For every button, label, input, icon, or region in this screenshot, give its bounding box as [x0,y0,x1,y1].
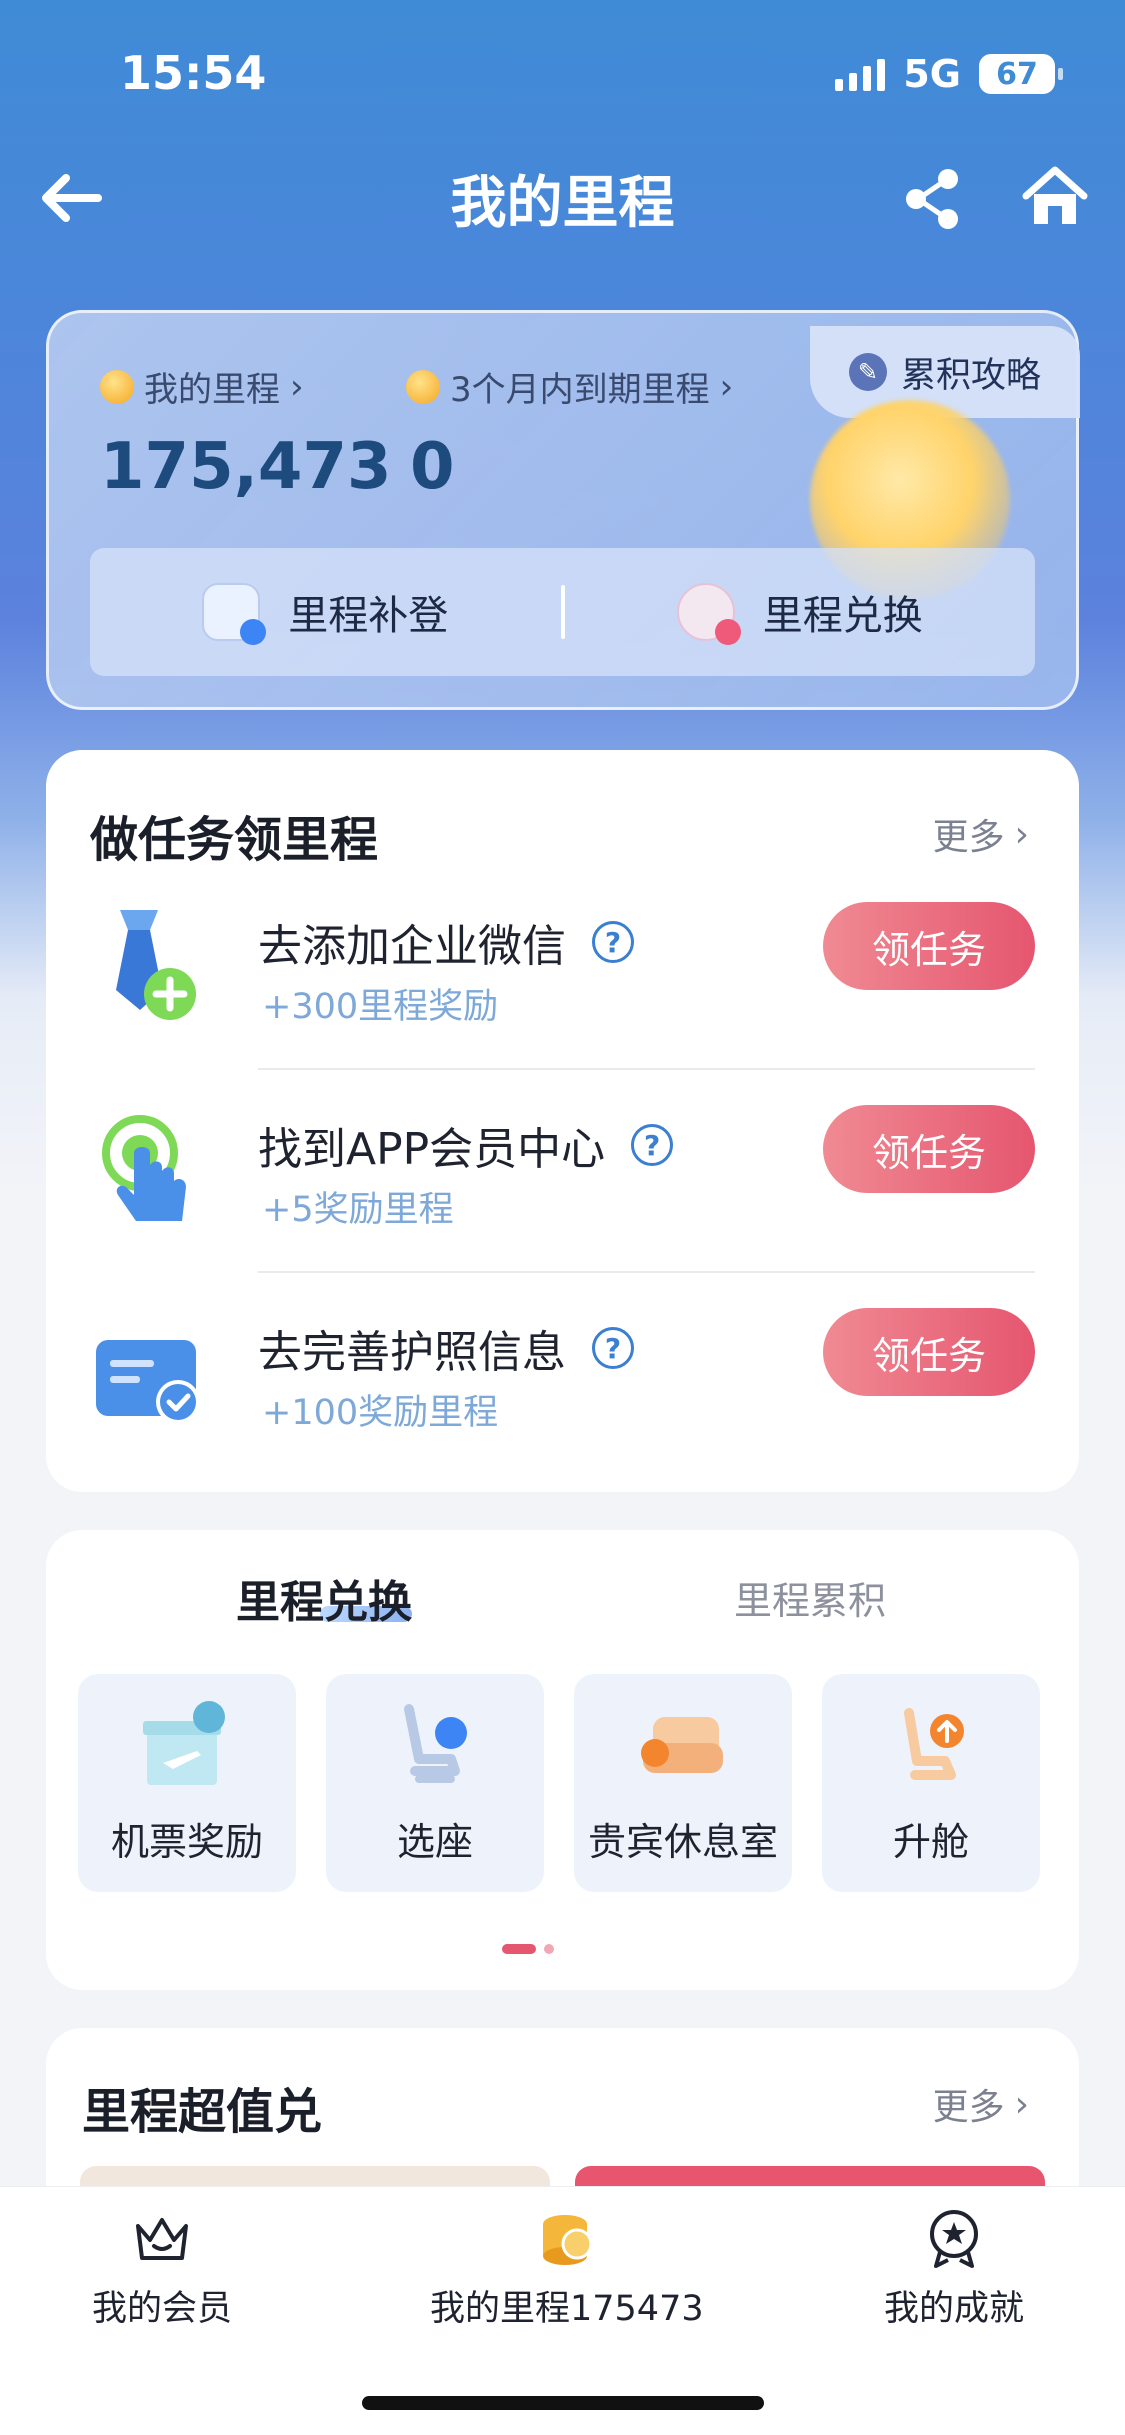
help-icon[interactable]: ? [631,1124,674,1166]
share-icon[interactable] [900,166,966,232]
help-icon[interactable]: ? [592,1327,634,1369]
expiring-miles-link[interactable]: 3个月内到期里程 › [406,362,733,411]
task-reward: +5奖励里程 [262,1190,454,1230]
page-dot [544,1944,554,1954]
expiring-miles-value: 0 [410,430,455,504]
crown-icon [136,2218,188,2260]
ticket-gift-icon [143,1701,225,1785]
coins-icon [542,2215,593,2265]
miles-exchange-button[interactable]: 里程兑换 [565,583,1036,645]
task-name-text: 找到APP会员中心 [258,1124,606,1175]
task-more-link[interactable]: 更多 › [933,808,1029,860]
exchange-item-label: 选座 [396,1820,473,1864]
page-dot-active [502,1944,536,1954]
tab-miles-exchange[interactable]: 里程兑换 [236,1566,412,1630]
wecom-add-icon [90,910,210,1030]
miles-claim-button[interactable]: 里程补登 [90,583,561,645]
task-section-title: 做任务领里程 [90,812,379,868]
home-icon[interactable] [1020,162,1090,232]
task-row: 去完善护照信息 ? +100奖励里程 领任务 [90,1296,1035,1496]
tab-my-membership[interactable]: 我的会员 [92,2206,232,2331]
miles-claim-label: 里程补登 [288,593,449,639]
guide-icon: ✎ [848,353,887,391]
coin-icon [100,369,134,404]
passport-card-icon [90,1316,210,1436]
upgrade-seat-icon [904,1708,964,1780]
task-name[interactable]: 去完善护照信息 ? [258,1316,634,1380]
divider [258,1271,1035,1273]
network-type: 5G [903,52,961,96]
chevron-right-icon: › [1014,2083,1029,2125]
coin-icon [406,369,440,404]
claim-task-button[interactable]: 领任务 [823,902,1035,990]
exchange-item-upgrade[interactable]: 升舱 [822,1674,1040,1892]
miles-exchange-label: 里程兑换 [762,593,923,639]
exchange-item-ticket[interactable]: 机票奖励 [78,1674,296,1892]
tab-miles-accumulate[interactable]: 里程累积 [734,1570,886,1625]
clock-icon [676,583,741,645]
status-indicators: 5G 67 [835,50,1063,98]
exchange-item-label: 贵宾休息室 [587,1820,778,1864]
chevron-right-icon: › [719,366,734,407]
my-miles-value: 175,473 [100,430,392,504]
tab-my-achievements[interactable]: 我的成就 [884,2206,1024,2331]
more-label: 更多 [932,817,1005,858]
status-time: 15:54 [120,46,267,100]
chevron-right-icon: › [290,366,304,407]
chevron-right-icon: › [1014,813,1029,855]
expiring-miles-label: 3个月内到期里程 [450,370,710,410]
tap-finger-icon [90,1113,210,1233]
signal-icon [835,57,886,91]
divider [258,1068,1035,1070]
value-more-link[interactable]: 更多 › [933,2078,1029,2130]
task-reward: +300里程奖励 [262,987,499,1027]
tab-label: 我的成就 [884,2289,1025,2329]
battery-icon: 67 [979,54,1063,94]
value-section-title: 里程超值兑 [82,2084,323,2140]
more-label: 更多 [932,2087,1005,2128]
claim-task-button[interactable]: 领任务 [823,1105,1035,1193]
exchange-item-lounge[interactable]: 贵宾休息室 [574,1674,792,1892]
tab-label: 我的里程175473 [430,2289,704,2329]
exchange-grid: 机票奖励 选座 贵宾休息室 升舱 [78,1674,1044,1892]
medal-icon [930,2210,978,2268]
claim-task-button[interactable]: 领任务 [823,1308,1035,1396]
tab-my-miles[interactable]: 我的里程175473 [430,2206,704,2331]
task-name[interactable]: 去添加企业微信 ? [258,910,634,974]
guide-label: 累积攻略 [900,355,1041,396]
home-indicator[interactable] [362,2396,764,2410]
task-reward: +100奖励里程 [262,1393,499,1433]
accumulate-guide-tab[interactable]: ✎ 累积攻略 [810,326,1080,418]
exchange-item-label: 升舱 [892,1820,969,1864]
task-row: 找到APP会员中心 ? +5奖励里程 领任务 [90,1093,1035,1293]
my-miles-label: 我的里程 [144,370,280,410]
task-name-text: 去添加企业微信 [258,921,566,972]
tab-label: 我的会员 [92,2289,233,2329]
task-row: 去添加企业微信 ? +300里程奖励 领任务 [90,890,1035,1090]
exchange-item-label: 机票奖励 [110,1820,263,1864]
edit-icon [202,583,267,645]
page-indicator [502,1944,554,1954]
miles-actions-bar: 里程补登 里程兑换 [90,548,1035,676]
seat-select-icon [404,1704,467,1783]
exchange-item-seat[interactable]: 选座 [326,1674,544,1892]
lounge-sofa-icon [641,1717,723,1773]
my-miles-link[interactable]: 我的里程 › [100,362,304,411]
help-icon[interactable]: ? [592,921,634,963]
task-name[interactable]: 找到APP会员中心 ? [258,1113,674,1177]
task-name-text: 去完善护照信息 [258,1327,566,1378]
